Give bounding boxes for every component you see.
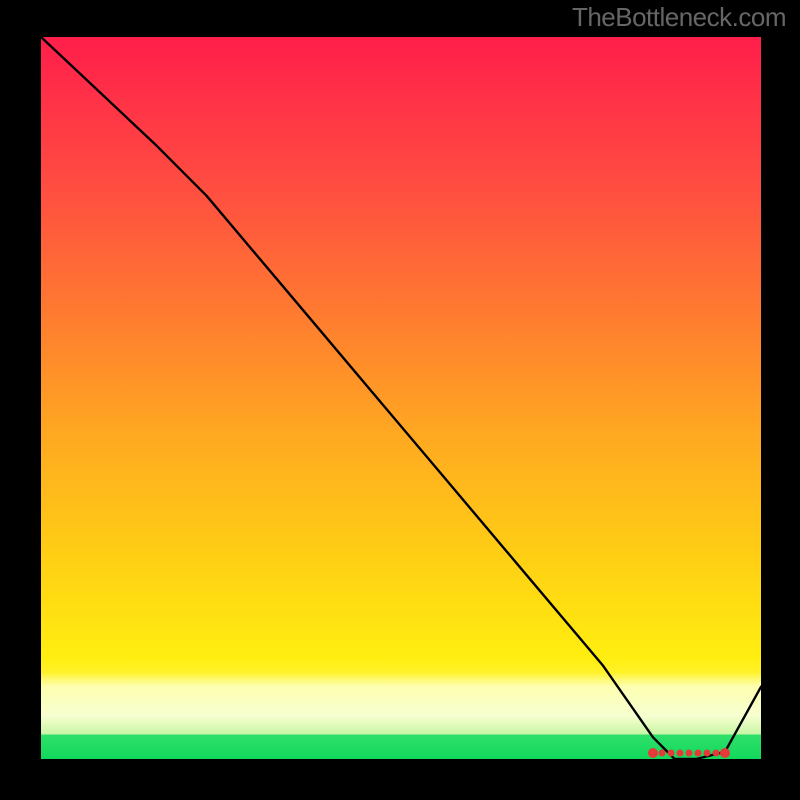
optimal-marker — [677, 750, 683, 756]
attribution-text: TheBottleneck.com — [572, 2, 786, 33]
optimal-marker — [649, 749, 658, 758]
optimal-marker — [695, 750, 701, 756]
optimal-marker — [659, 750, 665, 756]
plot-area — [41, 37, 761, 759]
optimal-marker — [721, 749, 730, 758]
optimal-range-markers — [649, 749, 730, 758]
optimal-marker — [686, 750, 692, 756]
chart-stage: TheBottleneck.com — [0, 0, 800, 800]
bottleneck-curve — [41, 37, 761, 759]
optimal-marker — [713, 750, 719, 756]
optimal-marker — [704, 750, 710, 756]
curve-svg — [41, 37, 761, 759]
optimal-marker — [668, 750, 674, 756]
